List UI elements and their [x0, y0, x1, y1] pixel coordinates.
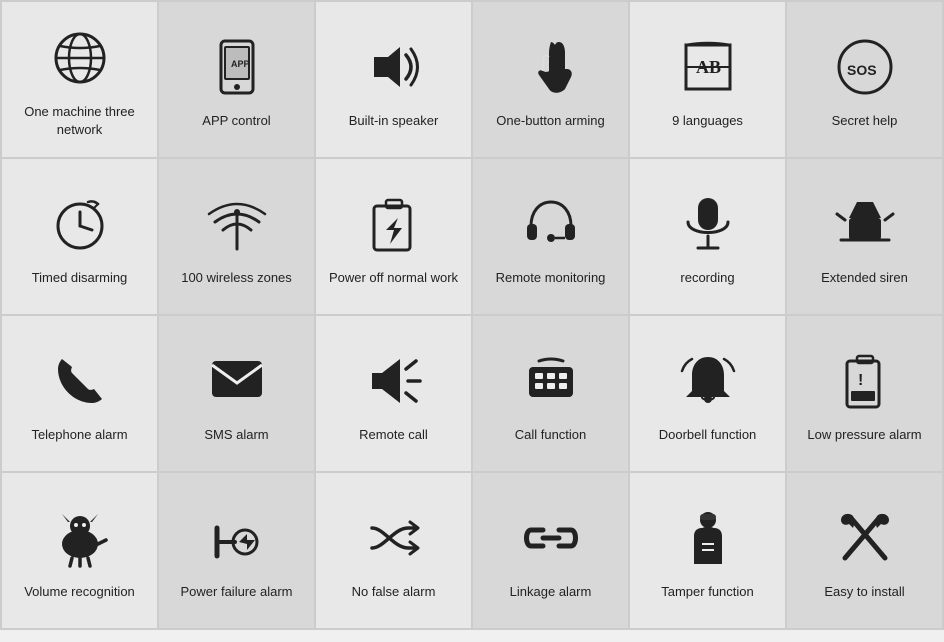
cell-extended-siren: Extended siren: [787, 159, 942, 314]
cell-app-control: APP APP control: [159, 2, 314, 157]
megaphone-icon: [359, 346, 429, 416]
extended-siren-label: Extended siren: [821, 269, 908, 287]
power-failure-label: Power failure alarm: [181, 583, 293, 601]
finger-touch-icon: [516, 32, 586, 102]
telephone-icon: [45, 346, 115, 416]
clock-icon: [45, 189, 115, 259]
remote-call-label: Remote call: [359, 426, 428, 444]
sos-icon: SOS: [830, 32, 900, 102]
call-function-label: Call function: [515, 426, 587, 444]
battery-low-icon: !: [830, 346, 900, 416]
headset-icon: [516, 189, 586, 259]
sms-icon: [202, 346, 272, 416]
tamper-function-label: Tamper function: [661, 583, 754, 601]
secret-help-label: Secret help: [832, 112, 898, 130]
easy-install-label: Easy to install: [824, 583, 904, 601]
doorbell-function-label: Doorbell function: [659, 426, 757, 444]
microphone-icon: [673, 189, 743, 259]
wifi-antenna-icon: [202, 189, 272, 259]
nine-languages-label: 9 languages: [672, 112, 743, 130]
one-machine-label: One machine three network: [10, 103, 149, 138]
cell-tamper-function: Tamper function: [630, 473, 785, 628]
cell-nine-languages: AB 9 languages: [630, 2, 785, 157]
wireless-zones-label: 100 wireless zones: [181, 269, 292, 287]
dog-icon: [45, 503, 115, 573]
cell-no-false-alarm: No false alarm: [316, 473, 471, 628]
linkage-alarm-label: Linkage alarm: [510, 583, 592, 601]
shuffle-icon: [359, 503, 429, 573]
phone-icon: APP: [202, 32, 272, 102]
cell-one-machine: One machine three network: [2, 2, 157, 157]
svg-text:SOS: SOS: [847, 62, 877, 78]
one-button-label: One-button arming: [496, 112, 604, 130]
remote-monitoring-label: Remote monitoring: [496, 269, 606, 287]
cell-doorbell-function: Doorbell function: [630, 316, 785, 471]
cell-call-function: Call function: [473, 316, 628, 471]
cell-power-off: Power off normal work: [316, 159, 471, 314]
cell-easy-install: Easy to install: [787, 473, 942, 628]
cell-builtin-speaker: Built-in speaker: [316, 2, 471, 157]
cell-wireless-zones: 100 wireless zones: [159, 159, 314, 314]
power-off-label: Power off normal work: [329, 269, 458, 287]
book-icon: AB: [673, 32, 743, 102]
cell-one-button: One-button arming: [473, 2, 628, 157]
cell-sms-alarm: SMS alarm: [159, 316, 314, 471]
feature-grid: One machine three network APP APP contro…: [0, 0, 944, 630]
worker-icon: [673, 503, 743, 573]
cell-volume-recognition: Volume recognition: [2, 473, 157, 628]
tools-icon: [830, 503, 900, 573]
svg-text:APP: APP: [231, 59, 250, 69]
chain-link-icon: [516, 503, 586, 573]
cell-low-pressure: ! Low pressure alarm: [787, 316, 942, 471]
svg-text:!: !: [858, 372, 863, 389]
recording-label: recording: [680, 269, 734, 287]
cell-remote-call: Remote call: [316, 316, 471, 471]
cell-timed-disarming: Timed disarming: [2, 159, 157, 314]
landline-icon: [516, 346, 586, 416]
cell-linkage-alarm: Linkage alarm: [473, 473, 628, 628]
no-false-alarm-label: No false alarm: [352, 583, 436, 601]
builtin-speaker-label: Built-in speaker: [349, 112, 439, 130]
app-control-label: APP control: [202, 112, 270, 130]
siren-icon: [830, 189, 900, 259]
sms-alarm-label: SMS alarm: [204, 426, 268, 444]
cell-recording: recording: [630, 159, 785, 314]
cell-power-failure: Power failure alarm: [159, 473, 314, 628]
power-plug-icon: [202, 503, 272, 573]
bell-ring-icon: [673, 346, 743, 416]
cell-secret-help: SOS Secret help: [787, 2, 942, 157]
cell-telephone-alarm: Telephone alarm: [2, 316, 157, 471]
telephone-alarm-label: Telephone alarm: [31, 426, 127, 444]
volume-recognition-label: Volume recognition: [24, 583, 135, 601]
battery-charging-icon: [359, 189, 429, 259]
speaker-icon: [359, 32, 429, 102]
globe-icon: [45, 23, 115, 93]
low-pressure-label: Low pressure alarm: [807, 426, 921, 444]
timed-disarming-label: Timed disarming: [32, 269, 128, 287]
cell-remote-monitoring: Remote monitoring: [473, 159, 628, 314]
